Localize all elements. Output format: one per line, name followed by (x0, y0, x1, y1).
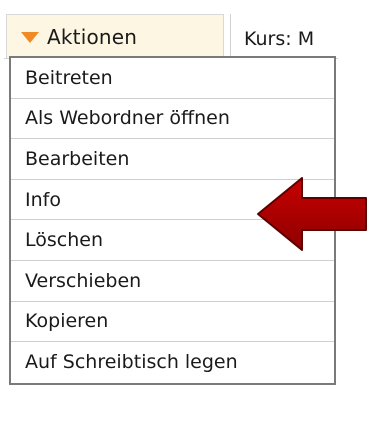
red-arrow-left-icon (257, 177, 367, 251)
screenshot-stage: Aktionen Kurs: M Beitreten Als Webordner… (0, 0, 390, 437)
